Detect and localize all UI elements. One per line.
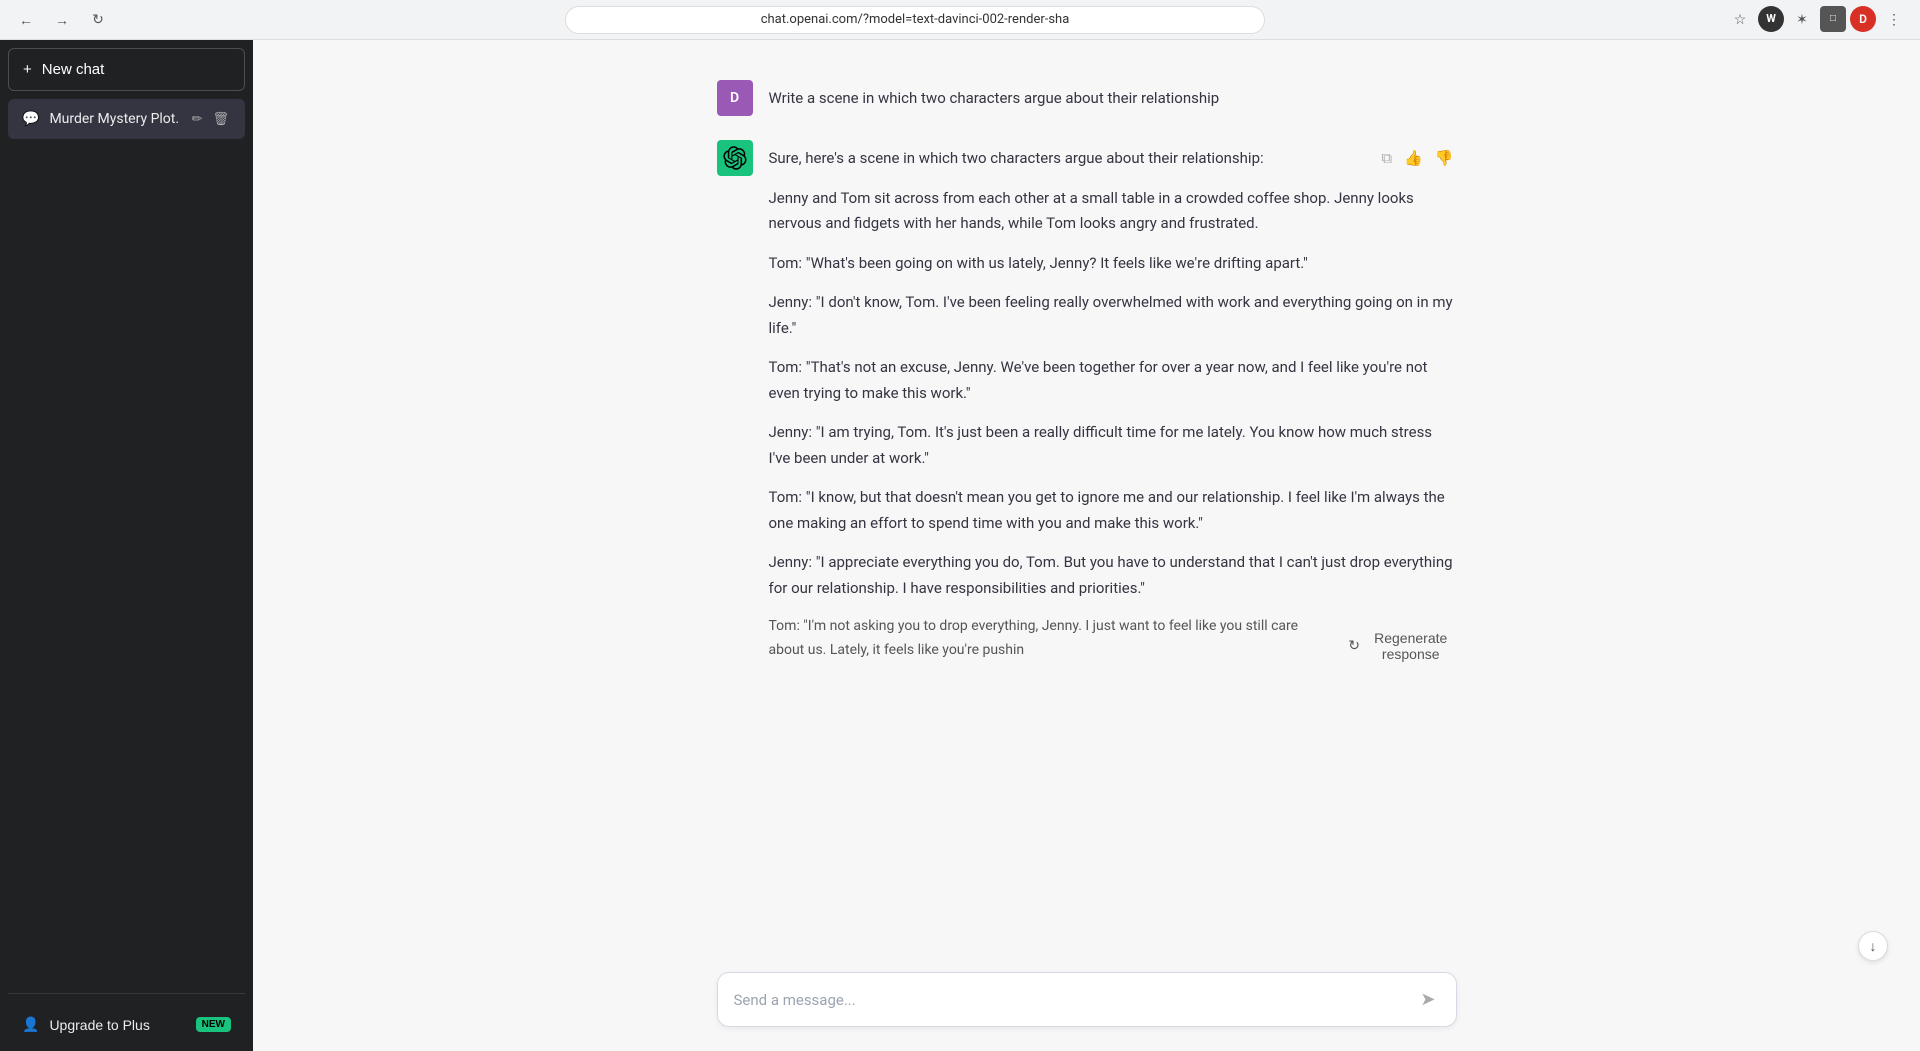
- para-6: Tom: "I know, but that doesn't mean you …: [769, 485, 1457, 536]
- para-5: Jenny: "I am trying, Tom. It's just been…: [769, 420, 1457, 471]
- user-message-row: D Write a scene in which two characters …: [717, 80, 1457, 116]
- regenerate-area: Tom: "I'm not asking you to drop everyth…: [769, 615, 1457, 677]
- copy-button[interactable]: ⧉: [1378, 146, 1395, 170]
- sidebar-bottom: 👤 Upgrade to Plus NEW: [8, 993, 245, 1043]
- sidebar: + New chat 💬 Murder Mystery Plot. ✏ 🗑 👤 …: [0, 40, 253, 1051]
- regenerate-button[interactable]: ↻ Regenerate response: [1348, 630, 1456, 662]
- input-area: ➤: [253, 956, 1920, 1051]
- input-container: ➤: [717, 972, 1457, 1027]
- reload-button[interactable]: ↻: [84, 6, 112, 34]
- para-2: Tom: "What's been going on with us latel…: [769, 251, 1457, 277]
- message-input[interactable]: [734, 991, 1417, 1009]
- regenerate-label: Regenerate response: [1365, 630, 1457, 662]
- back-button[interactable]: ←: [12, 6, 40, 34]
- assistant-message-content: Sure, here's a scene in which two charac…: [769, 140, 1457, 677]
- new-chat-icon: +: [23, 61, 32, 78]
- thumbdown-button[interactable]: 👎: [1432, 146, 1457, 170]
- profile-avatar[interactable]: D: [1850, 6, 1876, 32]
- more-button[interactable]: ⋮: [1880, 6, 1908, 34]
- new-chat-button[interactable]: + New chat: [8, 48, 245, 91]
- para-8: Tom: "I'm not asking you to drop everyth…: [769, 615, 1333, 663]
- para-4: Tom: "That's not an excuse, Jenny. We've…: [769, 355, 1457, 406]
- para-7: Jenny: "I appreciate everything you do, …: [769, 550, 1457, 601]
- browser-chrome: ← → ↻ chat.openai.com/?model=text-davinc…: [0, 0, 1920, 40]
- send-button[interactable]: ➤: [1416, 985, 1439, 1014]
- user-prompt-text: Write a scene in which two characters ar…: [769, 86, 1457, 112]
- chat-item-label: Murder Mystery Plot.: [49, 111, 179, 127]
- chat-item-actions: ✏ 🗑: [190, 109, 231, 129]
- app-layout: + New chat 💬 Murder Mystery Plot. ✏ 🗑 👤 …: [0, 40, 1920, 1051]
- para-3: Jenny: "I don't know, Tom. I've been fee…: [769, 290, 1457, 341]
- browser-actions: ☆ W ✶ □ D ⋮: [1726, 6, 1908, 34]
- user-message-content: Write a scene in which two characters ar…: [769, 80, 1457, 116]
- forward-button[interactable]: →: [48, 6, 76, 34]
- upgrade-icon: 👤: [22, 1016, 39, 1033]
- chat-list-item[interactable]: 💬 Murder Mystery Plot. ✏ 🗑: [8, 99, 245, 139]
- edit-chat-button[interactable]: ✏: [190, 109, 205, 129]
- ext2[interactable]: ✶: [1788, 6, 1816, 34]
- bookmark-button[interactable]: ☆: [1726, 6, 1754, 34]
- assistant-avatar: [717, 140, 753, 176]
- thumbup-button[interactable]: 👍: [1401, 146, 1426, 170]
- chat-item-icon: 💬: [22, 111, 39, 127]
- message-actions: ⧉ 👍 👎: [1378, 146, 1456, 170]
- upgrade-label: Upgrade to Plus: [49, 1017, 149, 1033]
- upgrade-button[interactable]: 👤 Upgrade to Plus NEW: [8, 1006, 245, 1043]
- address-bar[interactable]: chat.openai.com/?model=text-davinci-002-…: [565, 6, 1265, 34]
- user-avatar: D: [717, 80, 753, 116]
- assistant-message-row: Sure, here's a scene in which two charac…: [717, 140, 1457, 677]
- assistant-intro: Sure, here's a scene in which two charac…: [769, 146, 1457, 172]
- url-text: chat.openai.com/?model=text-davinci-002-…: [578, 12, 1252, 27]
- ext1[interactable]: W: [1758, 6, 1784, 32]
- para-1: Jenny and Tom sit across from each other…: [769, 186, 1457, 237]
- delete-chat-button[interactable]: 🗑: [210, 109, 231, 129]
- main-content: D Write a scene in which two characters …: [253, 40, 1920, 1051]
- new-badge: NEW: [196, 1017, 231, 1032]
- message-wrapper: D Write a scene in which two characters …: [717, 64, 1457, 717]
- chat-area[interactable]: D Write a scene in which two characters …: [253, 40, 1920, 1051]
- new-chat-label: New chat: [42, 61, 105, 78]
- regenerate-icon: ↻: [1348, 637, 1360, 654]
- ext3[interactable]: □: [1820, 6, 1846, 32]
